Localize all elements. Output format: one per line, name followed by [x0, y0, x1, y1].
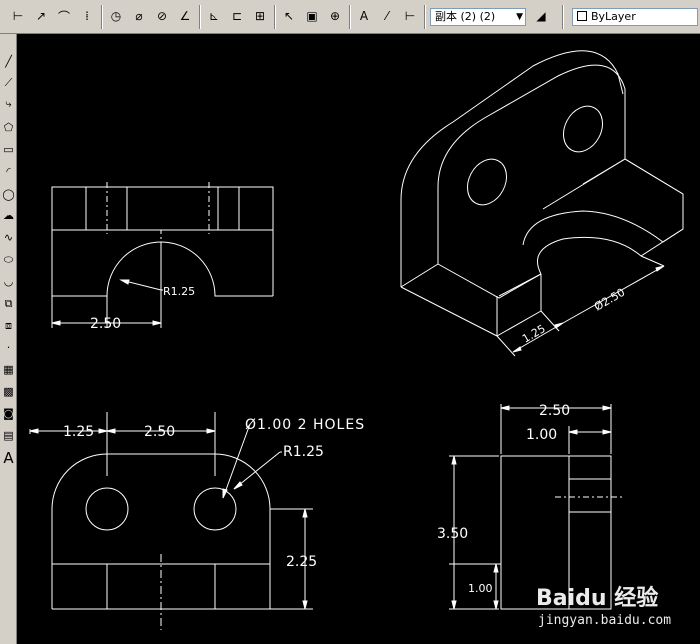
spline-icon[interactable]: ∿	[1, 230, 16, 245]
dim-update-icon[interactable]: ⊢	[400, 6, 420, 26]
side-height-label: 3.50	[437, 526, 468, 542]
dim-radius-icon[interactable]: ◷	[106, 6, 126, 26]
line-icon[interactable]: ╱	[1, 54, 16, 69]
dim-jogged-icon[interactable]: ⌀	[129, 6, 149, 26]
dimension-labels: R1.25 2.50 1.25 2.50 Ø1.00 2 HOLES R1.25…	[63, 285, 627, 595]
top-width-label: 2.50	[90, 316, 121, 332]
rectangle-icon[interactable]: ▭	[1, 142, 16, 157]
front-view	[29, 412, 313, 630]
iso-diameter-label: Ø2.50	[592, 286, 627, 314]
draw-toolbar: ╱ ⟋ ⤷ ⬠ ▭ ◜ ◯ ☁ ∿ ⬭ ◡ ⧉ ⧈ · ▦ ▩ ◙ ▤ A	[0, 34, 17, 644]
iso-depth-label: 1.25	[520, 322, 548, 346]
multiline-text-icon[interactable]: A	[1, 449, 16, 467]
ellipse-arc-icon[interactable]: ◡	[1, 274, 16, 289]
dim-style-icon[interactable]: ◢	[531, 6, 551, 26]
dim-continue-icon[interactable]: ⊞	[250, 6, 270, 26]
point-icon[interactable]: ·	[1, 340, 16, 355]
dim-text-edit-icon[interactable]: ⁄	[377, 6, 397, 26]
front-dim-left-label: 1.25	[63, 424, 94, 440]
polygon-icon[interactable]: ⬠	[1, 120, 16, 135]
front-radius-label: R1.25	[283, 444, 324, 460]
construction-line-icon[interactable]: ⟋	[1, 75, 16, 90]
gradient-icon[interactable]: ▩	[1, 384, 16, 399]
insert-block-icon[interactable]: ⧉	[1, 296, 16, 311]
dim-baseline-icon[interactable]: ⊏	[227, 6, 247, 26]
side-slot-label: 1.00	[526, 427, 557, 443]
tolerance-icon[interactable]: ▣	[302, 6, 322, 26]
leader-icon[interactable]: ↖	[279, 6, 299, 26]
center-mark-icon[interactable]: ⊕	[325, 6, 345, 26]
baidu-watermark: Baidu 经验 jingyan.baidu.com	[536, 580, 696, 640]
dim-aligned-icon[interactable]: ↗	[31, 6, 51, 26]
dim-linear-icon[interactable]: ⊢	[8, 6, 28, 26]
top-radius-label: R1.25	[163, 285, 195, 298]
iso-view	[400, 50, 684, 357]
dim-ordinate-icon[interactable]: ⁞	[77, 6, 97, 26]
arc-icon[interactable]: ◜	[1, 164, 16, 179]
dimension-toolbar: ⊢ ↗ ⌒ ⁞ ◷ ⌀ ⊘ ∠ ⊾ ⊏ ⊞ ↖ ▣ ⊕ A ⁄ ⊢ 副本 (2)…	[0, 0, 700, 34]
circle-icon[interactable]: ◯	[1, 187, 16, 202]
dim-diameter-icon[interactable]: ⊘	[152, 6, 172, 26]
polyline-icon[interactable]: ⤷	[1, 96, 16, 111]
baidu-logo: Baidu 经验	[536, 586, 659, 611]
front-holes-note: Ø1.00 2 HOLES	[245, 417, 365, 433]
table-icon[interactable]: ▤	[1, 428, 16, 443]
watermark-url: jingyan.baidu.com	[538, 613, 672, 628]
hatch-icon[interactable]: ▦	[1, 362, 16, 377]
region-icon[interactable]: ◙	[1, 406, 16, 421]
dim-quick-icon[interactable]: ⊾	[204, 6, 224, 26]
drawing-canvas[interactable]: R1.25 2.50 1.25 2.50 Ø1.00 2 HOLES R1.25…	[23, 34, 700, 644]
top-view	[49, 182, 279, 328]
dim-arc-icon[interactable]: ⌒	[54, 6, 74, 26]
dim-edit-icon[interactable]: A	[354, 6, 374, 26]
dim-style-select[interactable]: 副本 (2) (2) ▼	[430, 8, 526, 26]
front-height-label: 2.25	[286, 554, 317, 570]
layer-select[interactable]: ByLayer	[572, 8, 698, 26]
make-block-icon[interactable]: ⧈	[1, 318, 16, 333]
front-dim-mid-label: 2.50	[144, 424, 175, 440]
ellipse-icon[interactable]: ⬭	[1, 252, 16, 267]
dim-angular-icon[interactable]: ∠	[175, 6, 195, 26]
revision-cloud-icon[interactable]: ☁	[1, 208, 16, 223]
side-base-label: 1.00	[468, 582, 493, 595]
side-width-label: 2.50	[539, 403, 570, 419]
